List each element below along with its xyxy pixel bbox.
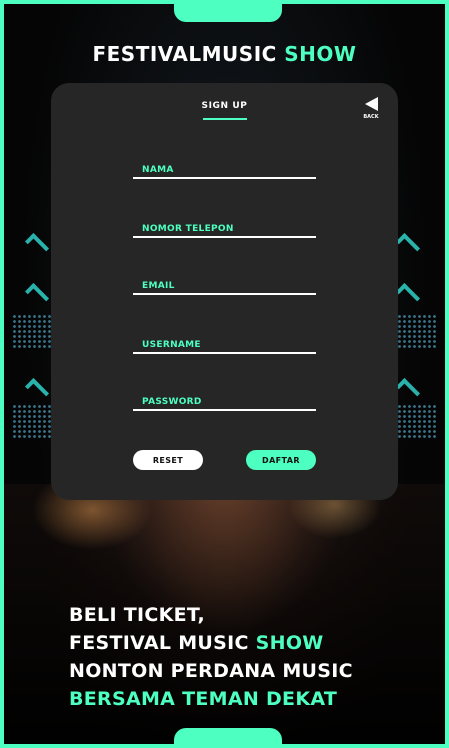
back-label: BACK — [363, 114, 379, 120]
slogan-line-4: BERSAMA TEMAN DEKAT — [69, 688, 338, 710]
daftar-button[interactable]: DAFTAR — [246, 450, 316, 470]
slogan-line-2-main: FESTIVAL MUSIC — [69, 632, 249, 654]
slogan-line-1: BELI TICKET, — [69, 604, 205, 626]
bottom-tab-decoration — [174, 728, 282, 744]
username-input[interactable] — [133, 334, 316, 354]
brand-title-accent: SHOW — [284, 42, 357, 66]
slogan-line-2: FESTIVAL MUSIC SHOW — [69, 629, 353, 657]
email-input[interactable] — [133, 275, 316, 295]
app-frame: FESTIVALMUSIC SHOW SIGN UP BACK RESET DA… — [0, 0, 449, 748]
card-title: SIGN UP — [201, 101, 248, 111]
nama-field — [133, 157, 316, 179]
nama-input[interactable] — [133, 159, 316, 179]
password-input[interactable] — [133, 391, 316, 411]
reset-button[interactable]: RESET — [133, 450, 203, 470]
card-title-underline — [203, 118, 247, 120]
nomor-telepon-input[interactable] — [133, 218, 316, 238]
password-field — [133, 389, 316, 411]
back-button[interactable]: BACK — [360, 97, 382, 120]
brand-title: FESTIVALMUSIC SHOW — [4, 42, 445, 66]
telepon-field — [133, 216, 316, 238]
signup-card: SIGN UP BACK RESET DAFTAR — [51, 83, 398, 500]
email-field — [133, 273, 316, 295]
top-tab-decoration — [174, 4, 282, 22]
back-arrow-icon — [364, 97, 378, 111]
slogan: BELI TICKET, FESTIVAL MUSIC SHOW NONTON … — [69, 601, 353, 713]
brand-title-main: FESTIVALMUSIC — [92, 42, 277, 66]
slogan-line-2-accent: SHOW — [255, 632, 324, 654]
slogan-line-3: NONTON PERDANA MUSIC — [69, 660, 353, 682]
username-field — [133, 332, 316, 354]
